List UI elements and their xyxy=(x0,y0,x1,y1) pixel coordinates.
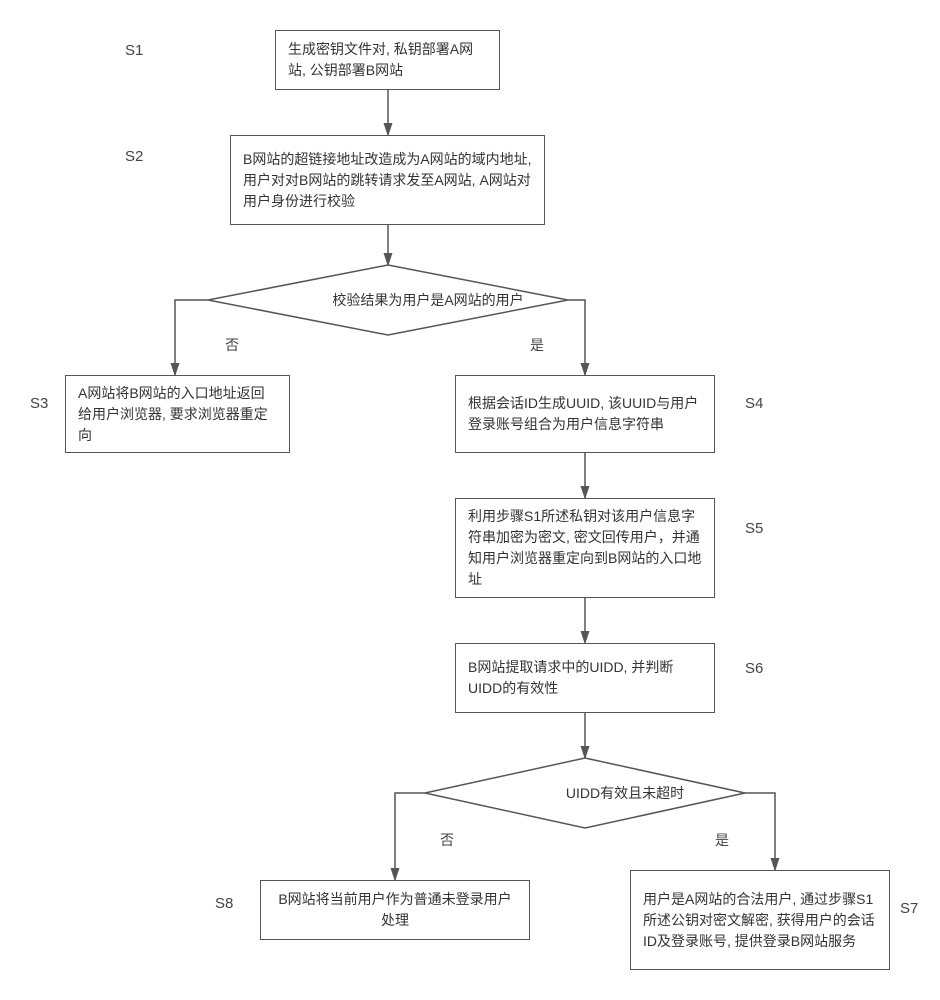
edge-label-no-1: 否 xyxy=(225,335,239,355)
node-s1-text: 生成密钥文件对, 私钥部署A网站, 公钥部署B网站 xyxy=(288,39,487,81)
decision-1-text: 校验结果为用户是A网站的用户 xyxy=(208,290,648,310)
label-s4: S4 xyxy=(745,395,763,412)
label-s6: S6 xyxy=(745,660,763,677)
label-s3: S3 xyxy=(30,395,48,412)
node-s7: 用户是A网站的合法用户, 通过步骤S1所述公钥对密文解密, 获得用户的会话ID及… xyxy=(630,870,890,970)
decision-1-label: 校验结果为用户是A网站的用户 xyxy=(332,292,523,308)
node-s8: B网站将当前用户作为普通未登录用户处理 xyxy=(260,880,530,940)
node-s3: A网站将B网站的入口地址返回给用户浏览器, 要求浏览器重定向 xyxy=(65,375,290,453)
decision-2-label: UIDD有效且未超时 xyxy=(566,785,684,801)
node-s6-text: B网站提取请求中的UIDD, 并判断UIDD的有效性 xyxy=(468,657,702,699)
edge-label-no-2: 否 xyxy=(440,830,454,850)
node-s8-text: B网站将当前用户作为普通未登录用户处理 xyxy=(273,889,517,931)
node-s5: 利用步骤S1所述私钥对该用户信息字符串加密为密文, 密文回传用户，并通知用户浏览… xyxy=(455,498,715,598)
edge-label-yes-2: 是 xyxy=(715,830,729,850)
decision-2-text: UIDD有效且未超时 xyxy=(425,783,825,803)
node-s3-text: A网站将B网站的入口地址返回给用户浏览器, 要求浏览器重定向 xyxy=(78,383,277,446)
node-s4: 根据会话ID生成UUID, 该UUID与用户登录账号组合为用户信息字符串 xyxy=(455,375,715,453)
label-s2: S2 xyxy=(125,148,143,165)
label-s8: S8 xyxy=(215,895,233,912)
node-s5-text: 利用步骤S1所述私钥对该用户信息字符串加密为密文, 密文回传用户，并通知用户浏览… xyxy=(468,506,702,590)
edge-label-yes-1: 是 xyxy=(530,335,544,355)
node-s2-text: B网站的超链接地址改造成为A网站的域内地址, 用户对对B网站的跳转请求发至A网站… xyxy=(243,149,532,212)
flowchart-canvas: S1 生成密钥文件对, 私钥部署A网站, 公钥部署B网站 S2 B网站的超链接地… xyxy=(0,0,940,1000)
node-s6: B网站提取请求中的UIDD, 并判断UIDD的有效性 xyxy=(455,643,715,713)
label-s5: S5 xyxy=(745,520,763,537)
node-s7-text: 用户是A网站的合法用户, 通过步骤S1所述公钥对密文解密, 获得用户的会话ID及… xyxy=(643,889,877,952)
node-s1: 生成密钥文件对, 私钥部署A网站, 公钥部署B网站 xyxy=(275,30,500,90)
label-s1: S1 xyxy=(125,42,143,59)
label-s7: S7 xyxy=(900,900,918,917)
node-s4-text: 根据会话ID生成UUID, 该UUID与用户登录账号组合为用户信息字符串 xyxy=(468,393,702,435)
node-s2: B网站的超链接地址改造成为A网站的域内地址, 用户对对B网站的跳转请求发至A网站… xyxy=(230,135,545,225)
